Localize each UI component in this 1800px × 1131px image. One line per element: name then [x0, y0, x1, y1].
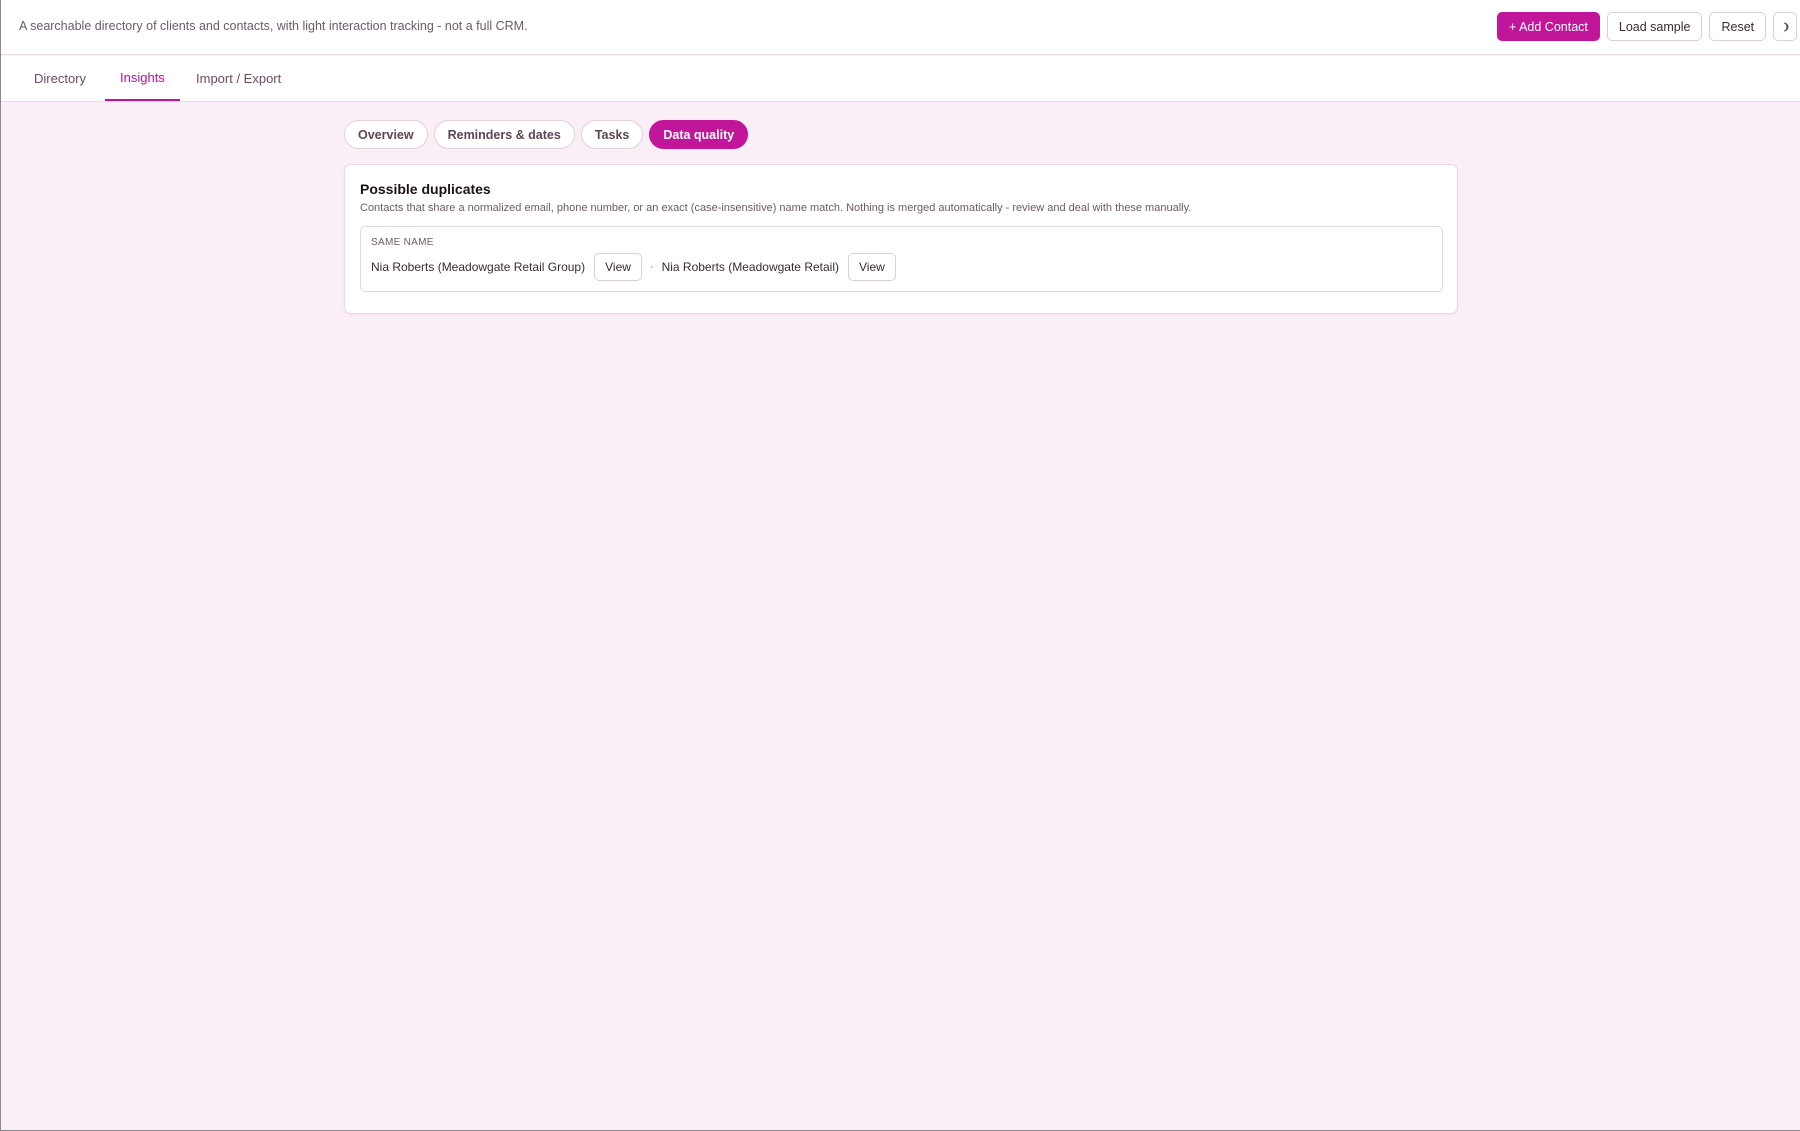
duplicate-separator: ·: [649, 261, 654, 273]
app-header: A searchable directory of clients and co…: [1, 0, 1800, 55]
view-contact-button[interactable]: View: [848, 253, 896, 281]
subtab-tasks[interactable]: Tasks: [580, 120, 644, 149]
insights-subtabs: Overview Reminders & dates Tasks Data qu…: [344, 120, 749, 149]
view-contact-button[interactable]: View: [594, 253, 642, 281]
tab-import-export[interactable]: Import / Export: [181, 56, 296, 101]
subtab-overview[interactable]: Overview: [344, 120, 428, 149]
load-sample-button[interactable]: Load sample: [1606, 12, 1703, 41]
header-actions: + Add Contact Load sample Reset: [1497, 12, 1798, 41]
add-contact-button[interactable]: + Add Contact: [1497, 12, 1600, 41]
reset-button[interactable]: Reset: [1709, 12, 1767, 41]
duplicate-group: Same name Nia Roberts (Meadowgate Retail…: [360, 226, 1443, 292]
tab-insights[interactable]: Insights: [105, 56, 180, 101]
subtab-data-quality[interactable]: Data quality: [649, 120, 749, 149]
duplicate-row: Nia Roberts (Meadowgate Retail Group) Vi…: [371, 253, 896, 281]
moon-icon: [1780, 22, 1790, 32]
duplicate-contact-name: Nia Roberts (Meadowgate Retail Group): [371, 260, 586, 274]
card-description: Contacts that share a normalized email, …: [360, 202, 1192, 214]
app-window: A searchable directory of clients and co…: [0, 0, 1800, 1131]
duplicate-contact-name: Nia Roberts (Meadowgate Retail): [661, 260, 839, 274]
theme-toggle-button[interactable]: [1773, 12, 1798, 41]
possible-duplicates-card: Possible duplicates Contacts that share …: [344, 164, 1458, 314]
duplicate-group-label: Same name: [371, 237, 434, 248]
app-tagline: A searchable directory of clients and co…: [19, 19, 528, 33]
tab-directory[interactable]: Directory: [19, 56, 101, 101]
card-title: Possible duplicates: [360, 181, 491, 197]
subtab-reminders-dates[interactable]: Reminders & dates: [433, 120, 575, 149]
main-nav: Directory Insights Import / Export: [1, 56, 1800, 102]
